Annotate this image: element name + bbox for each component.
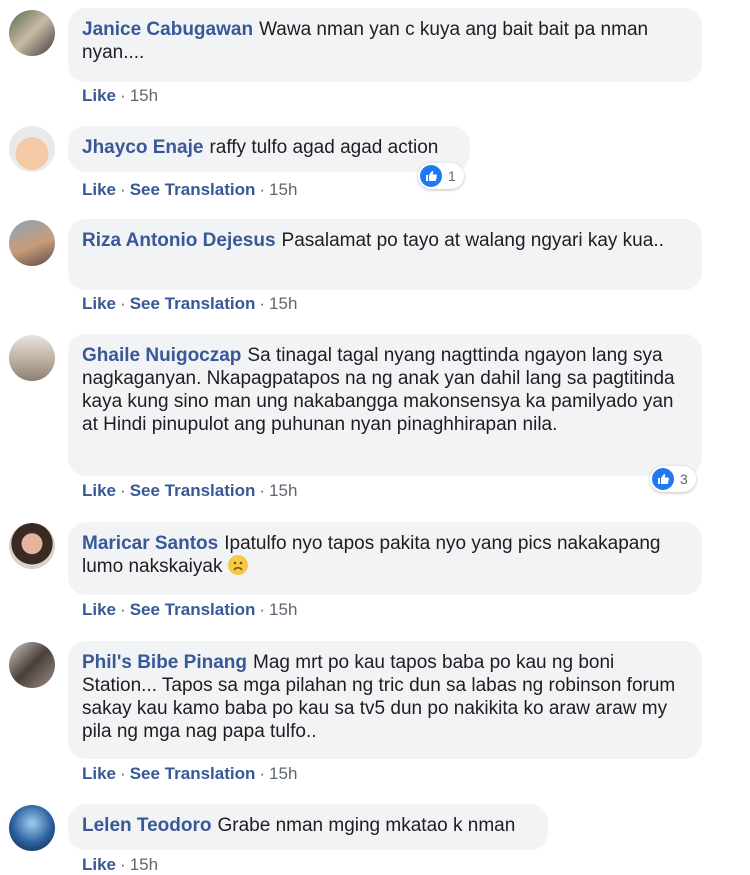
avatar[interactable] [9,126,55,172]
avatar[interactable] [9,220,55,266]
sad-face-emoji [227,555,248,575]
comment-author[interactable]: Maricar Santos [82,533,218,554]
comment-author[interactable]: Jhayco Enaje [82,137,203,158]
comment-bubble: Maricar Santos Ipatulfo nyo tapos pakita … [68,522,702,595]
comment-text: Grabe nman mging mkatao k nman [217,815,516,836]
timestamp[interactable]: 15h [269,481,297,500]
comment-actions: Like · 15h [82,855,159,874]
comment-bubble: Phil's Bibe Pinang Mag mrt po kau tapos b… [68,641,702,759]
comment-bubble: Janice Cabugawan Wawa nman yan c kuya ang… [68,8,702,82]
see-translation-link[interactable]: See Translation [130,600,256,619]
comment-actions: Like · See Translation · 15h [82,481,298,500]
like-link[interactable]: Like [82,294,116,313]
see-translation-link[interactable]: See Translation [130,481,256,500]
like-link[interactable]: Like [82,180,116,199]
see-translation-link[interactable]: See Translation [130,764,256,783]
reaction-count[interactable]: 1 [418,163,464,189]
comment-bubble: Ghaile Nuigoczap Sa tinagal tagal nyang n… [68,334,702,476]
timestamp[interactable]: 15h [130,86,158,105]
avatar[interactable] [9,523,55,569]
comment-author[interactable]: Riza Antonio Dejesus [82,230,276,251]
like-link[interactable]: Like [82,86,116,105]
avatar[interactable] [9,805,55,851]
like-link[interactable]: Like [82,764,116,783]
like-link[interactable]: Like [82,481,116,500]
comment-bubble: Jhayco Enaje raffy tulfo agad agad action [68,126,470,172]
comment-actions: Like · See Translation · 15h [82,180,298,199]
comment-author[interactable]: Lelen Teodoro [82,815,211,836]
reaction-number: 1 [448,168,456,184]
timestamp[interactable]: 15h [130,855,158,874]
comment-bubble: Riza Antonio Dejesus Pasalamat po tayo at… [68,219,702,290]
timestamp[interactable]: 15h [269,600,297,619]
avatar[interactable] [9,642,55,688]
like-reaction-icon [420,165,442,187]
comment-actions: Like · 15h [82,86,159,105]
see-translation-link[interactable]: See Translation [130,294,256,313]
comment-bubble: Lelen Teodoro Grabe nman mging mkatao k n… [68,804,548,850]
comment-actions: Like · See Translation · 15h [82,600,298,619]
comment-author[interactable]: Ghaile Nuigoczap [82,345,241,366]
comment-actions: Like · See Translation · 15h [82,294,298,313]
avatar[interactable] [9,335,55,381]
comment-author[interactable]: Janice Cabugawan [82,19,253,40]
comment-author[interactable]: Phil's Bibe Pinang [82,652,247,673]
like-reaction-icon [652,468,674,490]
like-link[interactable]: Like [82,600,116,619]
timestamp[interactable]: 15h [269,294,297,313]
reaction-number: 3 [680,471,688,487]
comment-actions: Like · See Translation · 15h [82,764,298,783]
like-link[interactable]: Like [82,855,116,874]
reaction-count[interactable]: 3 [650,466,696,492]
see-translation-link[interactable]: See Translation [130,180,256,199]
avatar[interactable] [9,10,55,56]
comment-text: Pasalamat po tayo at walang ngyari kay k… [281,230,664,251]
timestamp[interactable]: 15h [269,180,297,199]
timestamp[interactable]: 15h [269,764,297,783]
comment-text: raffy tulfo agad agad action [209,137,439,158]
